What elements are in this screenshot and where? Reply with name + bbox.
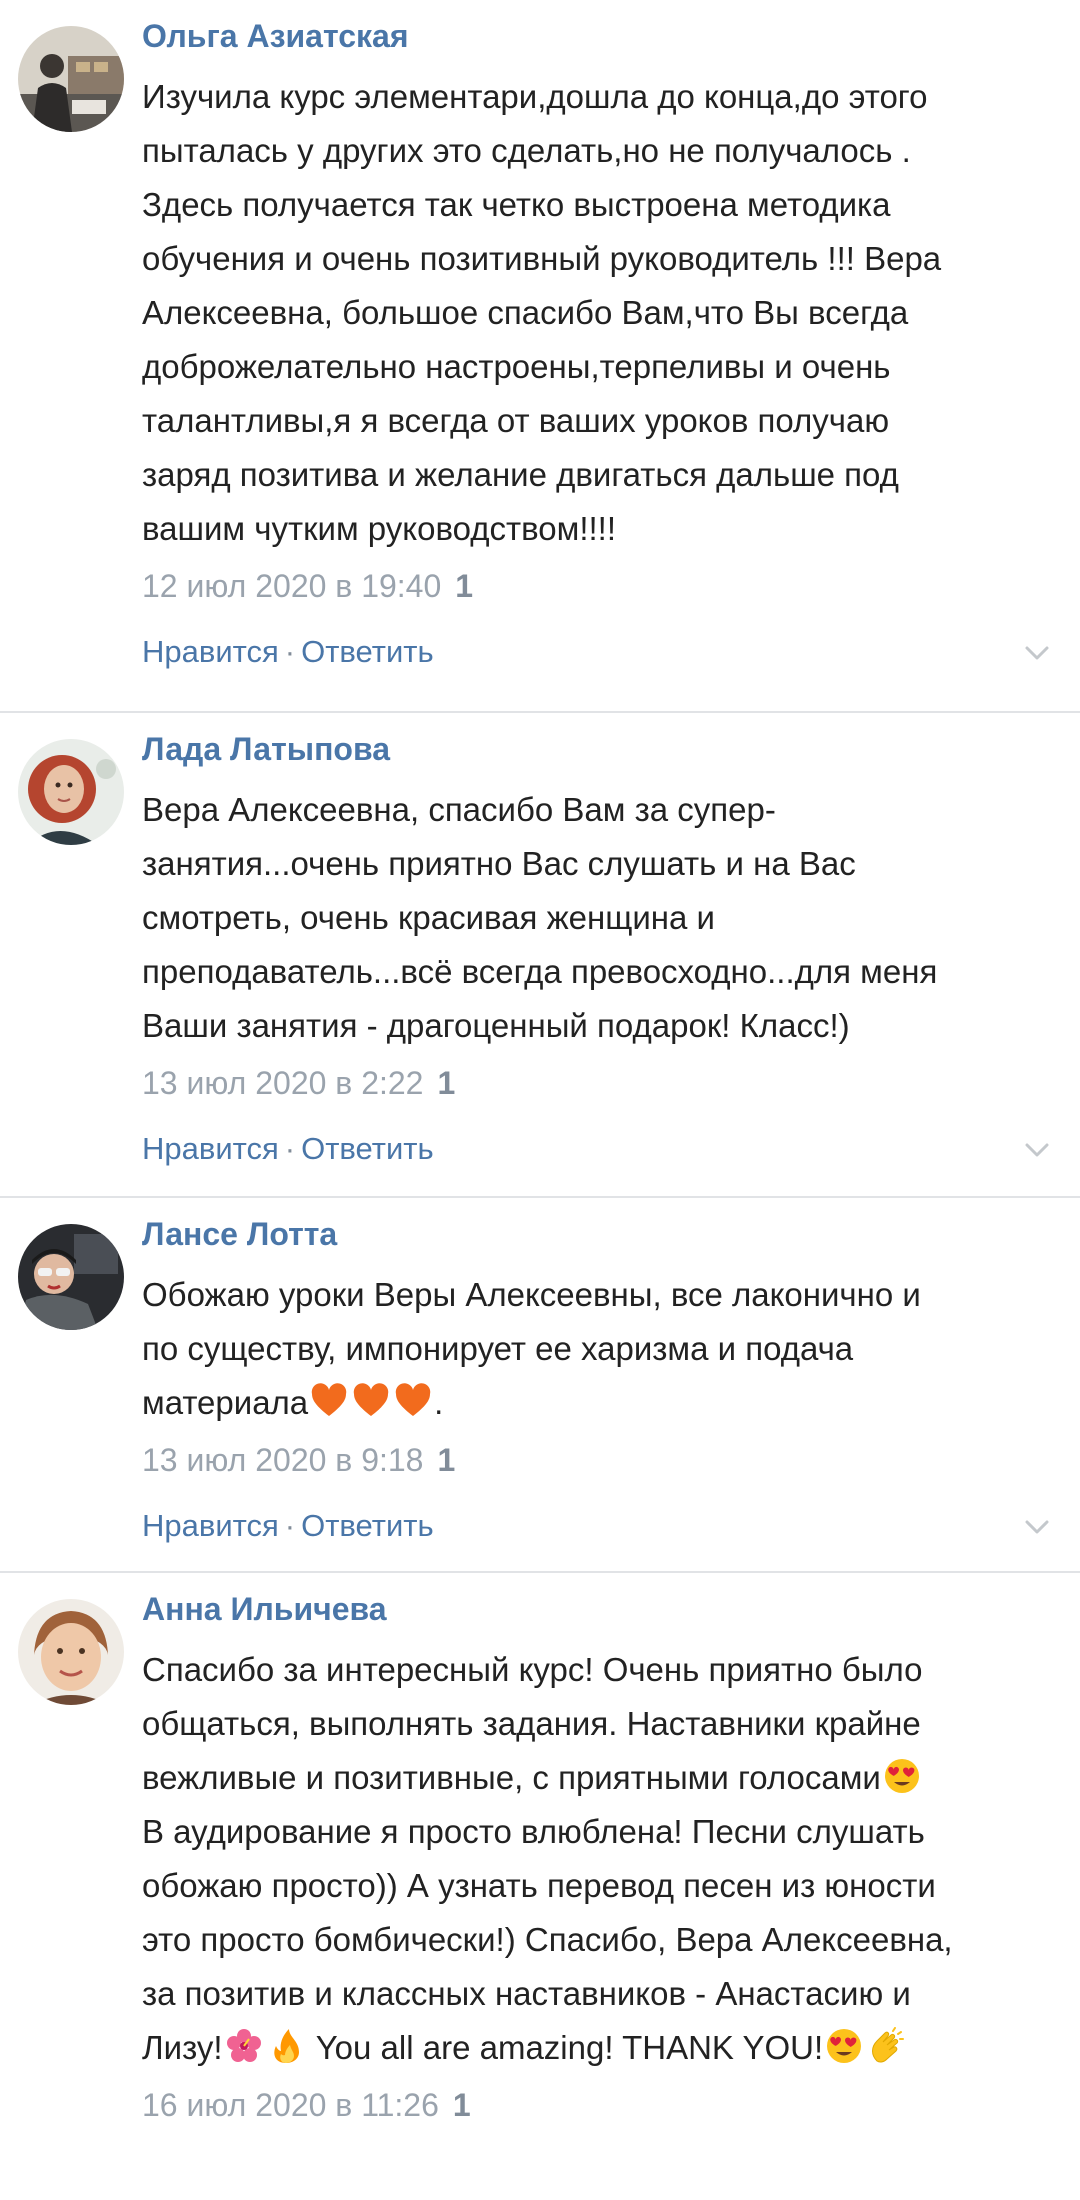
- comment-actions: Нравится · Ответить: [142, 1504, 1049, 1574]
- avatar-photo-desk: [18, 26, 124, 132]
- comment-text-line: Ваши занятия - драгоценный подарок! Клас…: [142, 1007, 850, 1044]
- comment-author[interactable]: Ольга Азиатская: [142, 14, 1040, 58]
- comment-text-line: материала: [142, 1384, 309, 1421]
- reply-button[interactable]: Ответить: [301, 1131, 434, 1166]
- orange-heart-icon: [395, 1383, 431, 1416]
- comment-text-line: Обожаю уроки Веры Алексеевны, все лакони…: [142, 1276, 921, 1313]
- clapping-hands-icon: [872, 2027, 905, 2063]
- hibiscus-icon: [226, 2029, 261, 2062]
- chevron-down-icon[interactable]: [1020, 1510, 1054, 1544]
- avatar-photo-dark-sunglasses: [18, 1224, 124, 1330]
- comment-text-line: это просто бомбически!) Спасибо, Вера Ал…: [142, 1921, 953, 1958]
- separator: ·: [284, 634, 296, 669]
- comment-text-tail: .: [434, 1384, 444, 1421]
- comment-date[interactable]: 13 июл 2020 в 9:18: [142, 1442, 423, 1478]
- avatar-photo-woman-redhair: [18, 739, 124, 845]
- like-count: 1: [437, 1442, 456, 1478]
- comment-author[interactable]: Лада Латыпова: [142, 727, 1040, 771]
- comment-text-line: заряд позитива и желание двигаться дальш…: [142, 456, 899, 493]
- chevron-down-icon[interactable]: [1020, 636, 1054, 670]
- comment-text-line: талантливы,я я всегда от ваших уроков по…: [142, 402, 890, 439]
- comment-text: Спасибо за интересный курс! Очень приятн…: [142, 1643, 1040, 2075]
- comment-text-line: Изучила курс элементари,дошла до конца,д…: [142, 78, 928, 115]
- heart-eyes-emoji-icon: [884, 1759, 919, 1793]
- avatar[interactable]: [18, 1224, 124, 1330]
- comment-text-line: преподаватель...всё всегда превосходно..…: [142, 953, 938, 990]
- comment-meta: 13 июл 2020 в 9:18 1: [142, 1438, 1040, 1482]
- like-count: 1: [455, 568, 474, 604]
- comment-text-line: Лизу!: [142, 2029, 223, 2066]
- fire-icon: [273, 2029, 299, 2063]
- comment-text-line: пыталась у других это сделать,но не полу…: [142, 132, 911, 169]
- orange-heart-icon: [311, 1383, 347, 1416]
- comment-text-line: общаться, выполнять задания. Наставники …: [142, 1705, 921, 1742]
- comment-text-line: You all are amazing! THANK YOU!: [306, 2029, 824, 2066]
- like-button[interactable]: Нравится: [142, 1508, 279, 1543]
- avatar[interactable]: [18, 26, 124, 132]
- comment-text-line: Спасибо за интересный курс! Очень приятн…: [142, 1651, 923, 1688]
- reply-button[interactable]: Ответить: [301, 634, 434, 669]
- comment-text-line: доброжелательно настроены,терпеливы и оч…: [142, 348, 891, 385]
- heart-eyes-emoji-icon: [827, 2029, 862, 2063]
- like-count: 1: [437, 1065, 456, 1101]
- orange-heart-icon: [353, 1383, 389, 1416]
- reply-button[interactable]: Ответить: [301, 1508, 434, 1543]
- comment-text-line: Алексеевна, большое спасибо Вам,что Вы в…: [142, 294, 909, 331]
- comment-author[interactable]: Анна Ильичева: [142, 1587, 1040, 1631]
- comment-item: Лада Латыпова Вера Алексеевна, спасибо В…: [0, 713, 1080, 1198]
- comment-meta: 12 июл 2020 в 19:40 1: [142, 564, 1040, 608]
- comment-date[interactable]: 13 июл 2020 в 2:22: [142, 1065, 423, 1101]
- comment-text-line: вашим чутким руководством!!!!: [142, 510, 616, 547]
- separator: ·: [284, 1131, 296, 1166]
- comment-text-line: за позитив и классных наставников - Анас…: [142, 1975, 911, 2012]
- comment-actions: Нравится · Ответить: [142, 630, 1049, 700]
- comment-text-line: смотреть, очень красивая женщина и: [142, 899, 715, 936]
- comment-text-line: вежливые и позитивные, с приятными голос…: [142, 1759, 881, 1796]
- comment-text-line: Вера Алексеевна, спасибо Вам за супер-: [142, 791, 776, 828]
- separator: ·: [284, 1508, 296, 1543]
- comment-author[interactable]: Лансе Лотта: [142, 1212, 1040, 1256]
- comment-meta: 13 июл 2020 в 2:22 1: [142, 1061, 1040, 1105]
- like-count: 1: [452, 2087, 471, 2123]
- comment-text-line: В аудирование я просто влюблена! Песни с…: [142, 1813, 925, 1850]
- like-button[interactable]: Нравится: [142, 634, 279, 669]
- comment-text: Обожаю уроки Веры Алексеевны, все лакони…: [142, 1268, 1040, 1430]
- chevron-down-icon[interactable]: [1020, 1133, 1054, 1167]
- comment-meta: 16 июл 2020 в 11:26 1: [142, 2083, 1040, 2127]
- comment-text: Вера Алексеевна, спасибо Вам за супер- з…: [142, 783, 1040, 1053]
- comment-text-line: по существу, импонирует ее харизма и под…: [142, 1330, 854, 1367]
- comment-text-line: обучения и очень позитивный руководитель…: [142, 240, 942, 277]
- comment-item: Ольга Азиатская Изучила курс элементари,…: [0, 0, 1080, 713]
- avatar[interactable]: [18, 739, 124, 845]
- avatar[interactable]: [18, 1599, 124, 1705]
- comment-text-line: обожаю просто)) А узнать перевод песен и…: [142, 1867, 936, 1904]
- comment-text: Изучила курс элементари,дошла до конца,д…: [142, 70, 1040, 556]
- comment-actions: Нравится · Ответить: [142, 1127, 1049, 1197]
- comments-feed: Ольга Азиатская Изучила курс элементари,…: [0, 0, 1080, 2200]
- comment-text-line: Здесь получается так четко выстроена мет…: [142, 186, 891, 223]
- comment-item: Лансе Лотта Обожаю уроки Веры Алексеевны…: [0, 1198, 1080, 1573]
- comment-date[interactable]: 12 июл 2020 в 19:40: [142, 568, 441, 604]
- like-button[interactable]: Нравится: [142, 1131, 279, 1166]
- comment-item: Анна Ильичева Спасибо за интересный курс…: [0, 1573, 1080, 2200]
- avatar-photo-woman-smiling: [18, 1599, 124, 1705]
- comment-text-line: занятия...очень приятно Вас слушать и на…: [142, 845, 856, 882]
- comment-date[interactable]: 16 июл 2020 в 11:26: [142, 2087, 439, 2123]
